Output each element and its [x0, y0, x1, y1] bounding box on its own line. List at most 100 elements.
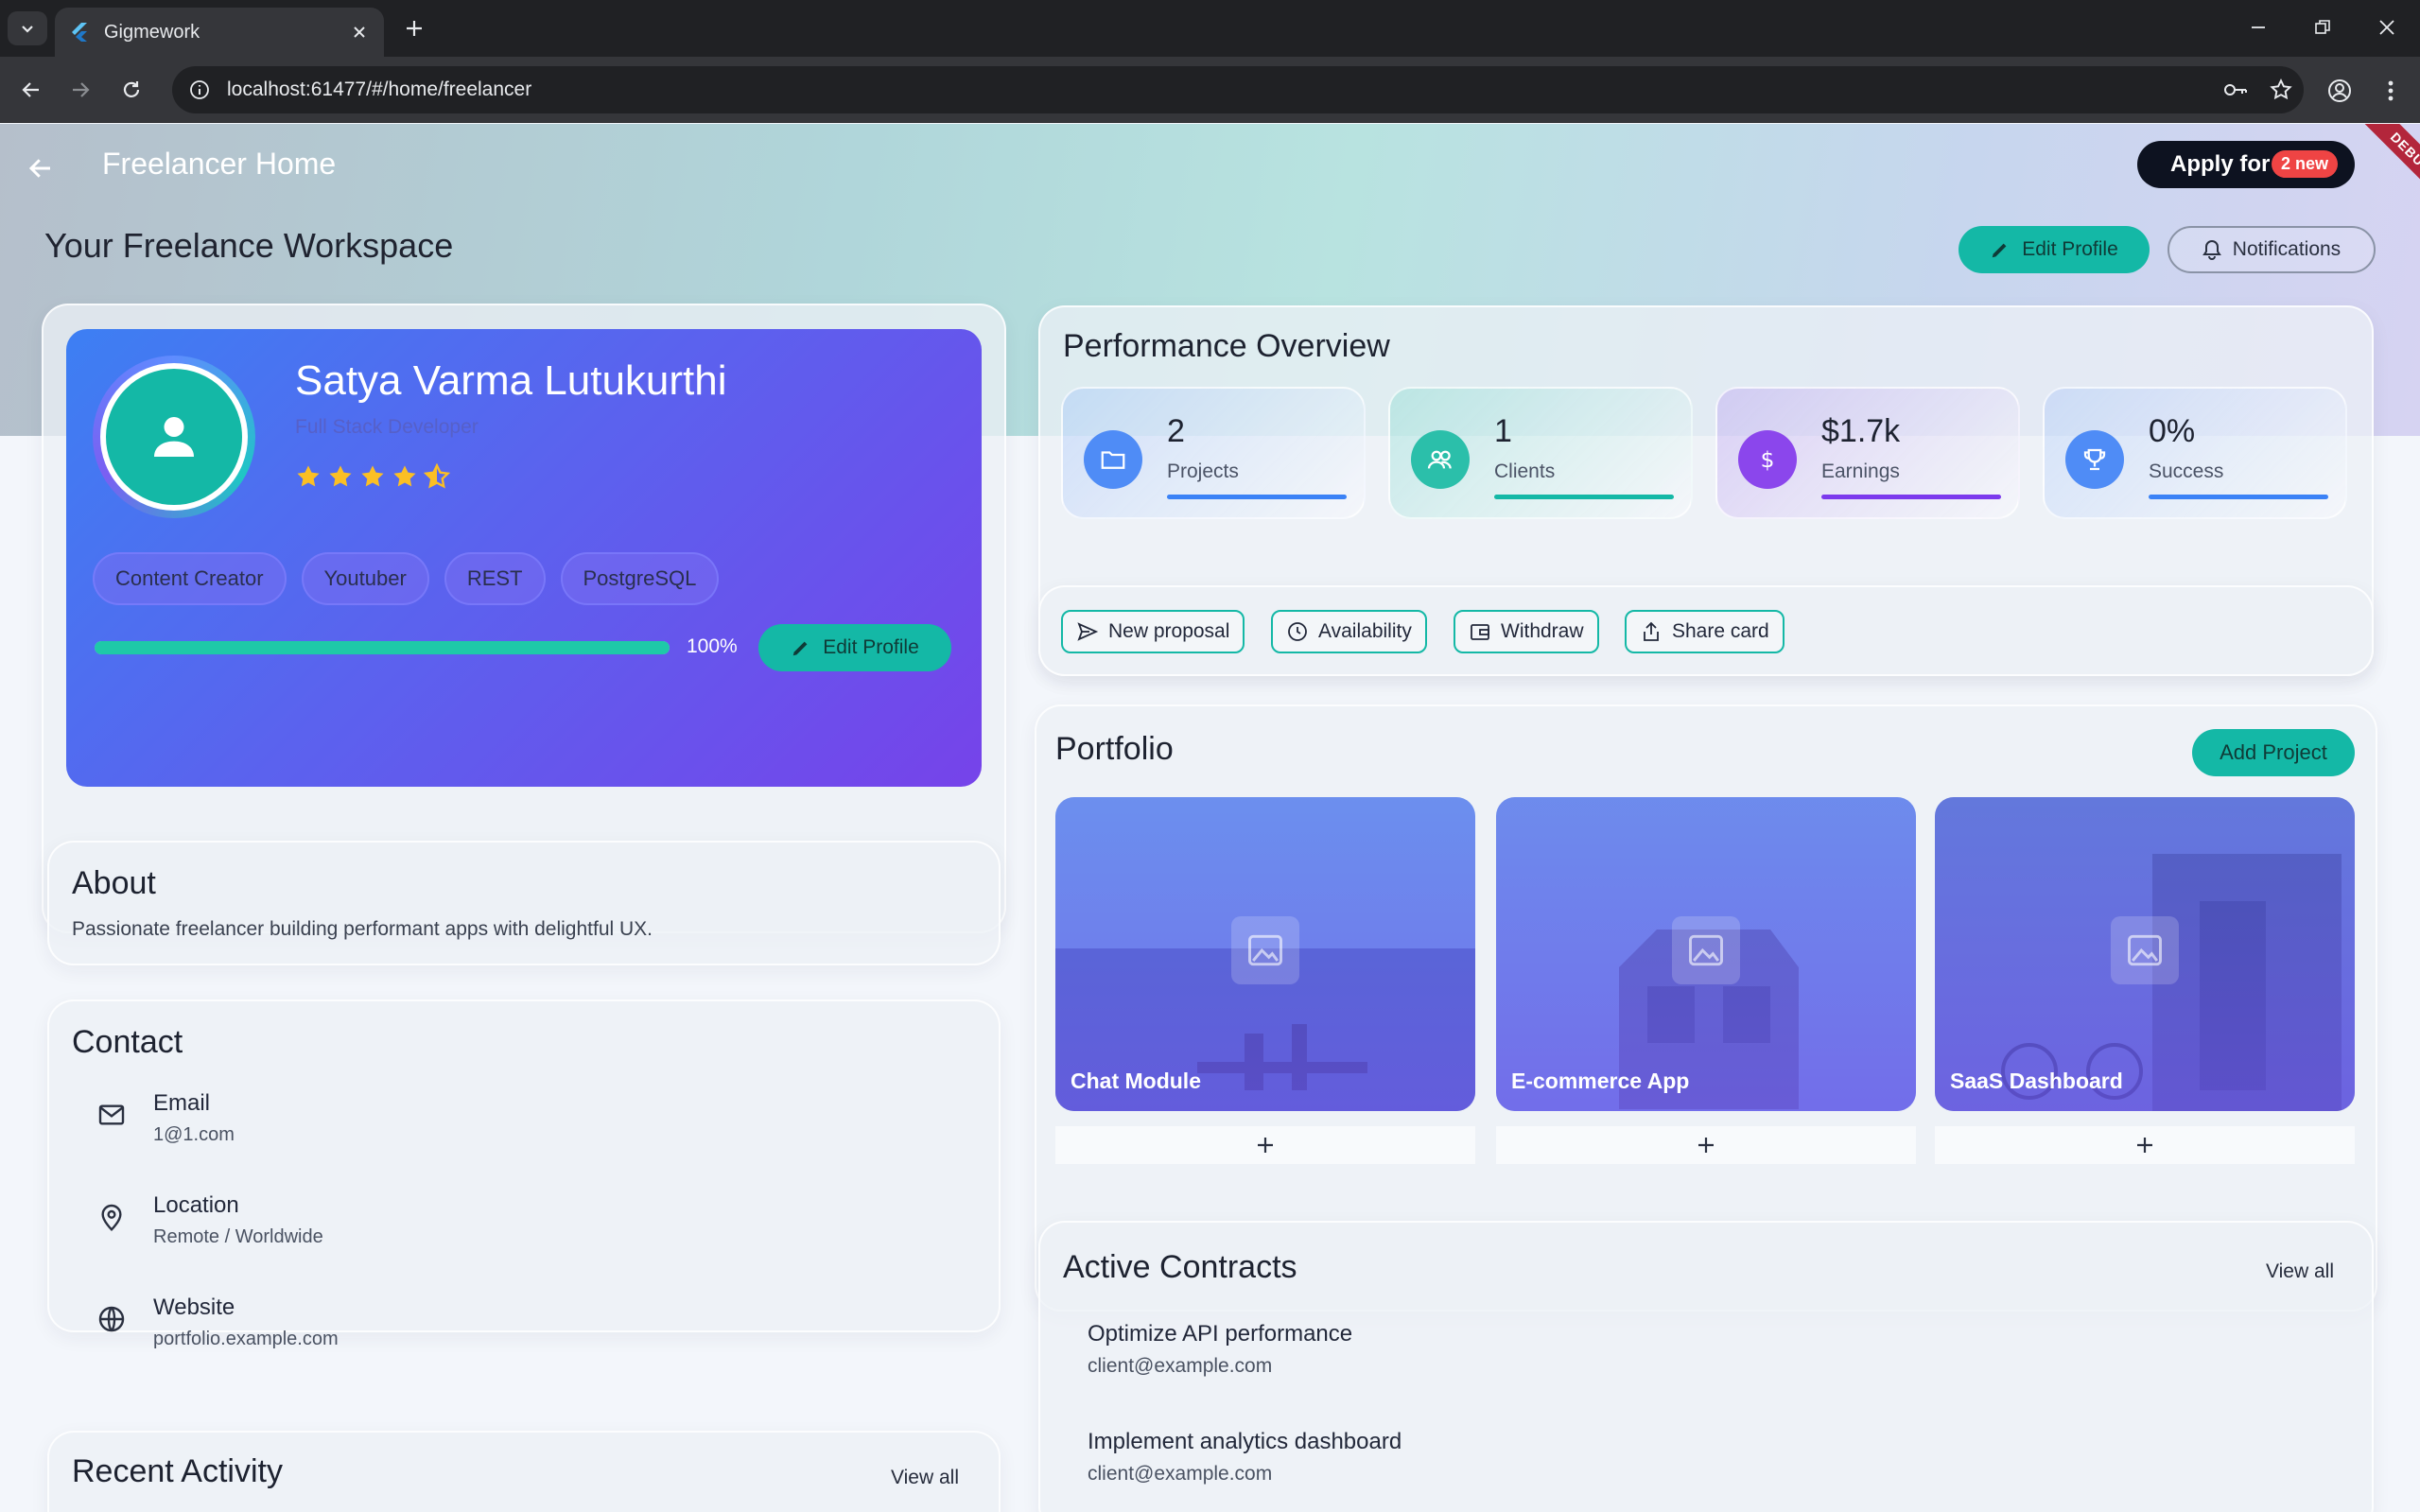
- availability-button[interactable]: Availability: [1271, 610, 1427, 653]
- portfolio-item-saas-dashboard[interactable]: SaaS Dashboard: [1935, 797, 2355, 1111]
- profile-button[interactable]: [2321, 72, 2359, 110]
- url-text: localhost:61477/#/home/freelancer: [227, 78, 532, 100]
- back-button[interactable]: [21, 148, 61, 188]
- profile-completion-fill: [95, 641, 670, 654]
- apply-button[interactable]: Apply for W 2 new: [2137, 141, 2355, 188]
- project-expand-button[interactable]: [1935, 1126, 2355, 1164]
- stat-clients[interactable]: 1 Clients: [1388, 387, 1693, 519]
- contract-client: client@example.com: [1088, 1355, 1273, 1377]
- contract-client: client@example.com: [1088, 1463, 1273, 1485]
- arrow-left-icon: [28, 159, 50, 178]
- reload-button[interactable]: [113, 72, 149, 108]
- new-proposal-button[interactable]: New proposal: [1061, 610, 1245, 653]
- action-label: Share card: [1672, 620, 1769, 642]
- new-count-badge: 2 new: [2272, 150, 2339, 178]
- browser-toolbar: localhost:61477/#/home/freelancer: [0, 57, 2420, 123]
- action-label: Availability: [1318, 620, 1412, 642]
- contracts-view-all-link[interactable]: View all: [2266, 1260, 2334, 1283]
- contact-location-row[interactable]: Location Remote / Worldwide: [96, 1192, 323, 1248]
- send-icon: [1077, 622, 1099, 641]
- address-bar[interactable]: localhost:61477/#/home/freelancer: [172, 66, 2304, 113]
- appbar-title: Freelancer Home: [102, 147, 337, 181]
- about-card: About Passionate freelancer building per…: [47, 841, 1001, 965]
- arrow-left-icon: [22, 82, 39, 97]
- stat-label: Clients: [1494, 461, 1556, 482]
- stat-success[interactable]: 0% Success: [2043, 387, 2347, 519]
- project-title: Chat Module: [1071, 1069, 1201, 1093]
- project-expand-button[interactable]: [1055, 1126, 1475, 1164]
- browser-tab-strip: Gigmework: [0, 0, 2420, 57]
- skill-chip[interactable]: Youtuber: [301, 552, 429, 605]
- close-icon: [2379, 20, 2394, 35]
- stat-value: 2: [1167, 413, 1185, 449]
- browser-tab[interactable]: Gigmework: [55, 8, 384, 57]
- trophy-icon: [2065, 430, 2124, 489]
- star-icon: [297, 465, 320, 487]
- contact-label: Website: [153, 1295, 235, 1320]
- location-pin-icon: [101, 1204, 122, 1232]
- profile-card: Satya Varma Lutukurthi Full Stack Develo…: [66, 329, 982, 787]
- card-edit-profile-button[interactable]: Edit Profile: [758, 624, 951, 671]
- app-viewport: Freelancer Home Apply for W 2 new DEBUG …: [0, 124, 2420, 1512]
- edit-profile-button[interactable]: Edit Profile: [1959, 226, 2150, 273]
- portfolio-heading: Portfolio: [1055, 731, 1174, 767]
- share-card-button[interactable]: Share card: [1625, 610, 1785, 653]
- star-icon: [361, 465, 384, 487]
- account-circle-icon: [2328, 79, 2351, 102]
- person-icon: [154, 417, 194, 457]
- site-info-icon[interactable]: [185, 76, 214, 104]
- tab-search-button[interactable]: [8, 11, 47, 45]
- contact-email-row[interactable]: Email 1@1.com: [96, 1090, 235, 1146]
- chevron-down-icon: [22, 26, 33, 33]
- minimize-button[interactable]: [2226, 0, 2290, 55]
- share-icon: [1644, 621, 1659, 641]
- password-key-icon[interactable]: [2213, 71, 2258, 109]
- stat-accent-bar: [1167, 495, 1347, 499]
- add-project-button[interactable]: Add Project: [2192, 729, 2355, 776]
- new-tab-button[interactable]: [397, 13, 431, 43]
- star-half-icon: [424, 463, 450, 489]
- avatar-ring: [93, 356, 255, 518]
- avatar[interactable]: [100, 363, 248, 511]
- restore-button[interactable]: [2290, 0, 2355, 55]
- bookmark-star-icon[interactable]: [2258, 71, 2304, 109]
- contract-title[interactable]: Optimize API performance: [1088, 1321, 1352, 1347]
- image-placeholder-icon: [1672, 916, 1740, 984]
- tab-close-icon[interactable]: [348, 21, 371, 43]
- quick-actions-bar: New proposal Availability Withdraw Share…: [1038, 585, 2374, 676]
- project-title: SaaS Dashboard: [1950, 1069, 2123, 1093]
- portfolio-item-ecommerce-app[interactable]: E-commerce App: [1496, 797, 1916, 1111]
- image-placeholder-icon: [2111, 916, 2179, 984]
- withdraw-button[interactable]: Withdraw: [1454, 610, 1599, 653]
- stat-label: Earnings: [1821, 461, 1900, 482]
- about-heading: About: [72, 865, 156, 901]
- profile-role: Full Stack Developer: [295, 416, 479, 438]
- skill-chip[interactable]: Content Creator: [93, 552, 287, 605]
- browser-forward-button[interactable]: [62, 72, 98, 108]
- stat-value: 1: [1494, 413, 1512, 449]
- minimize-icon: [2252, 26, 2265, 28]
- contact-label: Location: [153, 1192, 239, 1218]
- profile-name: Satya Varma Lutukurthi: [295, 357, 727, 404]
- portfolio-item-chat-module[interactable]: Chat Module: [1055, 797, 1475, 1111]
- skill-chip[interactable]: REST: [444, 552, 546, 605]
- contact-website-row[interactable]: Website portfolio.example.com: [96, 1295, 339, 1350]
- stat-earnings[interactable]: $ $1.7k Earnings: [1715, 387, 2020, 519]
- activity-view-all-link[interactable]: View all: [891, 1467, 959, 1489]
- plus-icon: [1698, 1138, 1714, 1153]
- project-expand-button[interactable]: [1496, 1126, 1916, 1164]
- browser-back-button[interactable]: [13, 72, 49, 108]
- contract-title[interactable]: Implement analytics dashboard: [1088, 1429, 1402, 1455]
- more-vert-icon: [2388, 80, 2394, 101]
- close-window-button[interactable]: [2355, 0, 2419, 55]
- star-icon: [329, 465, 352, 487]
- restore-icon: [2315, 20, 2330, 34]
- browser-menu-button[interactable]: [2372, 72, 2410, 110]
- stat-accent-bar: [1494, 495, 1674, 499]
- plus-icon: [407, 21, 422, 36]
- globe-icon: [98, 1306, 125, 1332]
- skill-chip[interactable]: PostgreSQL: [560, 552, 720, 605]
- notifications-button[interactable]: Notifications: [2168, 226, 2376, 273]
- pencil-icon: [792, 641, 808, 656]
- stat-projects[interactable]: 2 Projects: [1061, 387, 1366, 519]
